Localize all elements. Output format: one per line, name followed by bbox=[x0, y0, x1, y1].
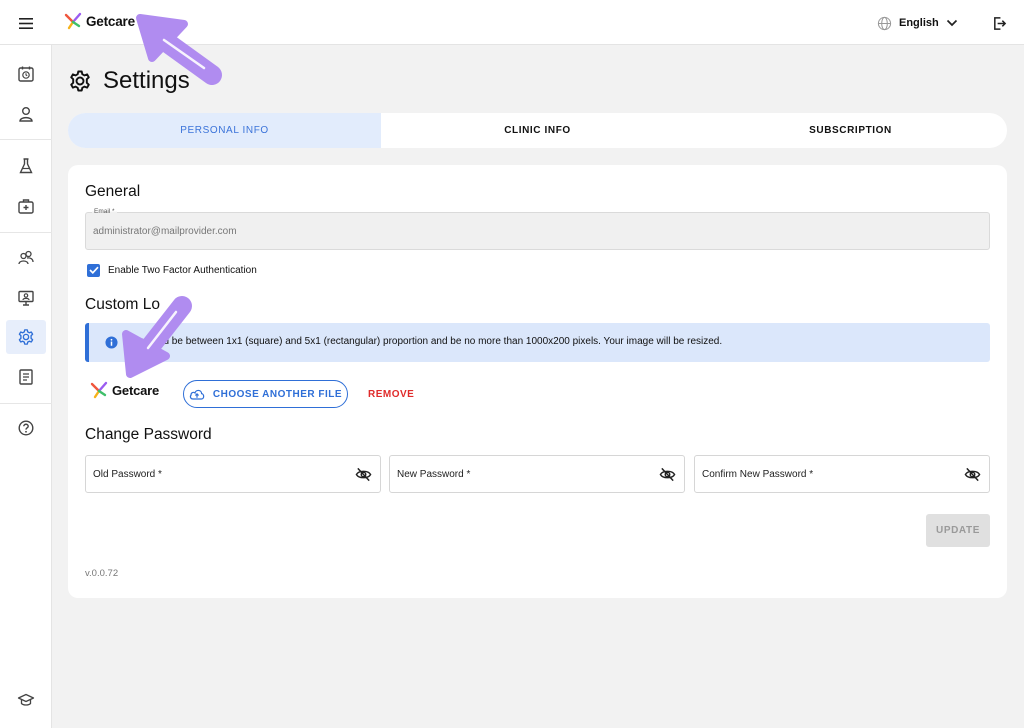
change-password-heading: Change Password bbox=[85, 426, 212, 443]
sidebar-item-lab[interactable] bbox=[6, 149, 46, 183]
page-header: Settings bbox=[68, 64, 190, 98]
graduation-cap-icon bbox=[17, 693, 35, 706]
brand-name: Getcare bbox=[86, 13, 135, 29]
users-icon bbox=[18, 250, 34, 265]
appointments-icon bbox=[18, 66, 34, 82]
gear-icon bbox=[70, 70, 90, 92]
logout-icon[interactable] bbox=[988, 12, 1010, 34]
sidebar-divider bbox=[0, 232, 52, 233]
tab-clinic-info[interactable]: CLINIC INFO bbox=[381, 113, 694, 148]
user-icon bbox=[19, 107, 33, 122]
flask-icon bbox=[19, 158, 33, 174]
new-password-field[interactable]: New Password * bbox=[389, 455, 685, 493]
logo-preview: Getcare bbox=[90, 381, 159, 399]
tab-subscription[interactable]: SUBSCRIPTION bbox=[694, 113, 1007, 148]
sidebar-divider bbox=[0, 139, 52, 140]
email-field[interactable]: Email * administrator@mailprovider.com bbox=[85, 208, 990, 250]
email-label: Email * bbox=[92, 208, 117, 215]
eye-off-icon[interactable] bbox=[355, 466, 372, 483]
remove-logo-button[interactable]: REMOVE bbox=[368, 380, 414, 408]
sidebar-item-learning[interactable] bbox=[6, 683, 46, 717]
sidebar-item-patients[interactable] bbox=[6, 241, 46, 275]
medical-kit-icon bbox=[18, 199, 34, 214]
sidebar bbox=[0, 45, 52, 728]
email-value: administrator@mailprovider.com bbox=[93, 226, 237, 237]
two-factor-checkbox[interactable] bbox=[87, 263, 100, 277]
general-heading: General bbox=[85, 183, 141, 200]
logo-info-text: e uld be between 1x1 (square) and 5x1 (r… bbox=[139, 336, 723, 347]
top-bar: Getcare English bbox=[0, 0, 1024, 45]
settings-tabs: PERSONAL INFO CLINIC INFO SUBSCRIPTION bbox=[68, 113, 1007, 148]
menu-icon[interactable] bbox=[14, 12, 38, 34]
brand-logo[interactable]: Getcare bbox=[64, 12, 135, 30]
language-selector[interactable]: English bbox=[877, 12, 958, 34]
info-icon bbox=[105, 336, 118, 349]
sidebar-item-reports[interactable] bbox=[6, 360, 46, 394]
update-button[interactable]: UPDATE bbox=[926, 514, 990, 547]
settings-card: General Email * administrator@mailprovid… bbox=[68, 165, 1007, 598]
language-label: English bbox=[899, 17, 939, 29]
custom-logo-heading: Custom Lo bbox=[85, 296, 160, 313]
sidebar-item-help[interactable] bbox=[6, 411, 46, 445]
old-password-field[interactable]: Old Password * bbox=[85, 455, 381, 493]
sidebar-item-profile[interactable] bbox=[6, 97, 46, 131]
tab-personal-info[interactable]: PERSONAL INFO bbox=[68, 113, 381, 148]
gear-icon bbox=[18, 329, 34, 345]
confirm-password-label: Confirm New Password * bbox=[702, 469, 814, 480]
eye-off-icon[interactable] bbox=[659, 466, 676, 483]
sidebar-item-settings[interactable] bbox=[6, 320, 46, 354]
sidebar-item-medical[interactable] bbox=[6, 189, 46, 223]
logo-preview-text: Getcare bbox=[112, 382, 160, 398]
page-title: Settings bbox=[103, 67, 190, 94]
logo-info-banner: e uld be between 1x1 (square) and 5x1 (r… bbox=[85, 323, 990, 362]
sidebar-item-appointments[interactable] bbox=[6, 57, 46, 91]
sidebar-divider bbox=[0, 403, 52, 404]
choose-file-button[interactable]: CHOOSE ANOTHER FILE bbox=[183, 380, 348, 408]
old-password-label: Old Password * bbox=[93, 469, 162, 480]
sidebar-item-telehealth[interactable] bbox=[6, 281, 46, 315]
chevron-down-icon bbox=[946, 19, 957, 27]
confirm-password-field[interactable]: Confirm New Password * bbox=[694, 455, 990, 493]
help-icon bbox=[18, 420, 34, 436]
new-password-label: New Password * bbox=[397, 469, 471, 480]
globe-icon bbox=[877, 16, 892, 30]
monitor-user-icon bbox=[18, 290, 34, 306]
eye-off-icon[interactable] bbox=[964, 466, 981, 483]
checkmark-icon bbox=[88, 266, 99, 274]
version-label: v.0.0.72 bbox=[85, 568, 119, 579]
getcare-logo-icon bbox=[90, 381, 108, 399]
choose-file-label: CHOOSE ANOTHER FILE bbox=[212, 388, 343, 400]
two-factor-row: Enable Two Factor Authentication bbox=[87, 263, 257, 277]
getcare-logo-icon bbox=[64, 12, 82, 30]
cloud-upload-icon bbox=[189, 389, 205, 400]
two-factor-label: Enable Two Factor Authentication bbox=[108, 264, 257, 276]
document-icon bbox=[19, 369, 33, 385]
